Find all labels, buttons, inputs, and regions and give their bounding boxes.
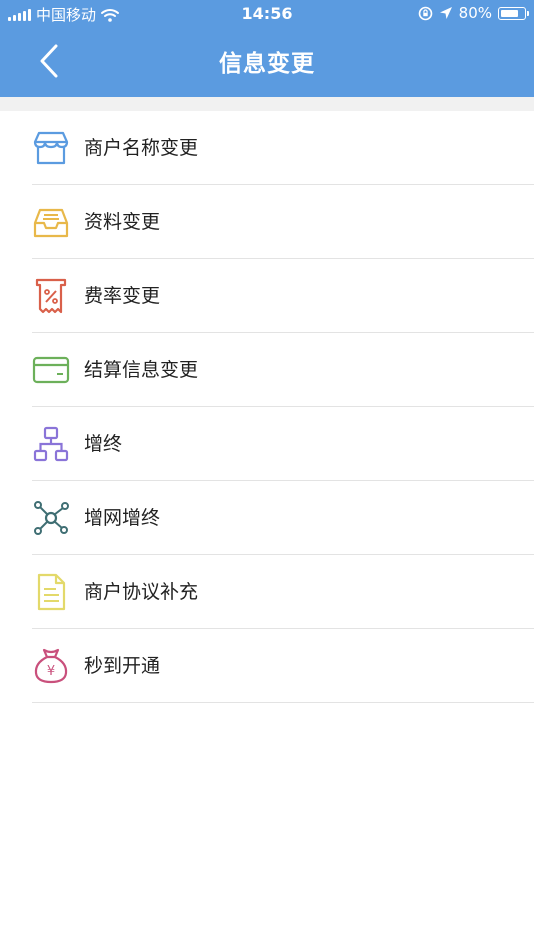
section-spacer [0, 97, 534, 111]
page-title: 信息变更 [219, 51, 315, 77]
menu-item-label: 增网增终 [84, 507, 161, 529]
menu-item-instant-settlement[interactable]: ¥ 秒到开通 [0, 629, 534, 703]
menu-item-rate[interactable]: 费率变更 [0, 259, 534, 333]
menu-item-label: 商户协议补充 [84, 581, 199, 603]
menu-item-label: 费率变更 [84, 285, 161, 307]
bank-card-icon [32, 356, 70, 384]
rotation-lock-icon [418, 6, 432, 20]
percent-receipt-icon [35, 278, 67, 314]
inbox-tray-icon [33, 208, 69, 238]
location-arrow-icon [439, 7, 452, 19]
menu-list: 商户名称变更 资料变更 费率变更 结算信息变更 增终 增网增终 商户协议补充 ¥… [0, 111, 534, 703]
status-bar: 中国移动 14:56 80% [0, 0, 534, 28]
menu-item-settlement[interactable]: 结算信息变更 [0, 333, 534, 407]
storefront-icon [33, 131, 69, 165]
menu-item-label: 资料变更 [84, 211, 161, 233]
document-icon [37, 573, 66, 611]
battery-percent: 80% [458, 4, 492, 22]
menu-item-label: 秒到开通 [84, 655, 161, 677]
header-bar: 中国移动 14:56 80% 信息变更 [0, 0, 534, 97]
menu-item-add-terminal[interactable]: 增终 [0, 407, 534, 481]
menu-item-label: 增终 [84, 433, 123, 455]
battery-icon [498, 6, 529, 20]
money-bag-icon: ¥ [34, 648, 68, 684]
menu-item-profile[interactable]: 资料变更 [0, 185, 534, 259]
org-chart-icon [33, 426, 69, 462]
divider [32, 702, 534, 703]
menu-item-add-network-terminal[interactable]: 增网增终 [0, 481, 534, 555]
menu-item-merchant-name[interactable]: 商户名称变更 [0, 111, 534, 185]
menu-item-label: 结算信息变更 [84, 359, 199, 381]
network-nodes-icon [34, 501, 69, 535]
svg-text:¥: ¥ [47, 664, 55, 679]
menu-item-label: 商户名称变更 [84, 137, 199, 159]
menu-item-agreement[interactable]: 商户协议补充 [0, 555, 534, 629]
